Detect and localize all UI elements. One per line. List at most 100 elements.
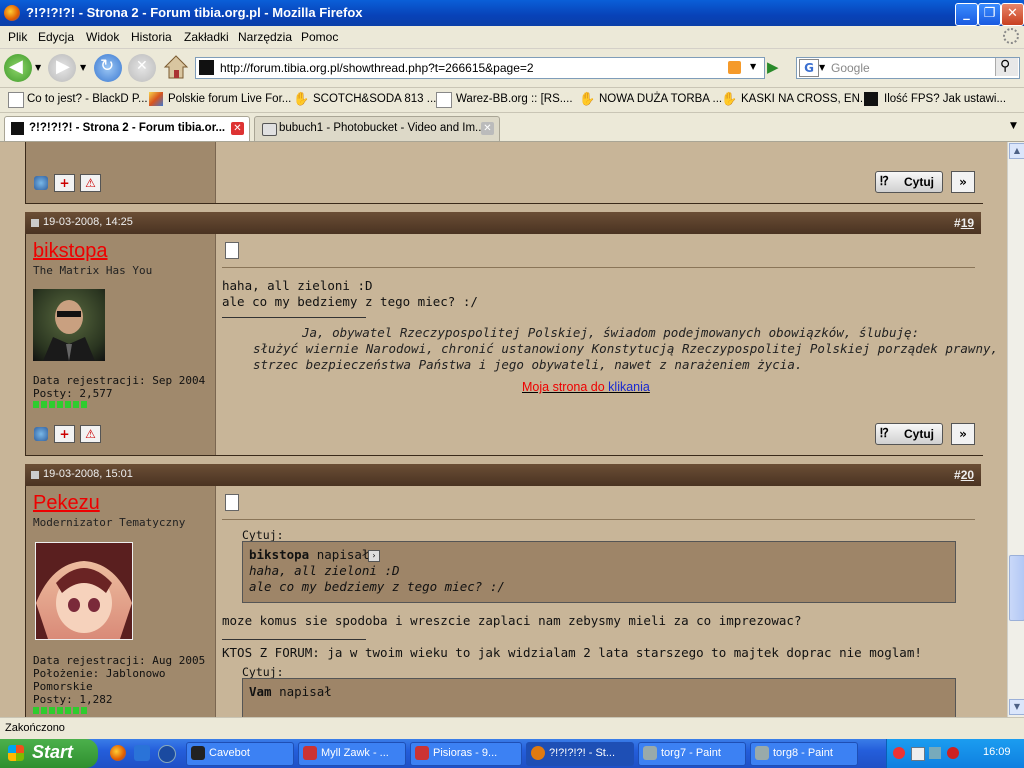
scroll-down-icon[interactable]: ▼ <box>1009 699 1024 715</box>
search-placeholder[interactable]: Google <box>831 61 870 75</box>
post-page-icon <box>225 494 239 511</box>
bookmark-item[interactable]: SCOTCH&SODA 813 ... <box>313 93 436 105</box>
scroll-up-icon[interactable]: ▲ <box>1009 143 1024 159</box>
taskbar-item-cavebot[interactable]: Cavebot <box>186 742 294 766</box>
bookmark-favicon-icon <box>864 92 878 106</box>
tab-label[interactable]: bubuch1 - Photobucket - Video and Im... <box>279 122 485 134</box>
bookmark-item[interactable]: KASKI NA CROSS, EN... <box>741 93 869 105</box>
menu-plik[interactable]: Plik <box>8 30 27 44</box>
hand-icon: ✋ <box>293 92 310 107</box>
profile-icon[interactable] <box>34 176 48 190</box>
divider <box>222 267 975 268</box>
signature-link[interactable]: Moja strona do klikania <box>522 380 650 394</box>
engine-dropdown-icon[interactable]: ▼ <box>819 63 825 72</box>
forward-arrow-icon[interactable]: ▶ <box>48 54 76 82</box>
system-tray: 16:09 <box>886 739 1024 768</box>
clock[interactable]: 16:09 <box>983 746 1011 758</box>
url-dropdown-icon[interactable]: ▼ <box>750 62 756 71</box>
bookmark-item[interactable]: NOWA DUŻA TORBA ... <box>599 93 722 105</box>
quote-author: bikstopa <box>249 547 310 562</box>
media-player-icon[interactable] <box>158 745 176 763</box>
tray-icon[interactable] <box>893 747 905 759</box>
tab-active[interactable]: ?!?!?!?! - Strona 2 - Forum tibia.or... … <box>4 116 250 141</box>
url-bar[interactable]: http://forum.tibia.org.pl/showthread.php… <box>195 57 765 79</box>
bookmark-item[interactable]: Ilość FPS? Jak ustawi... <box>884 93 1006 105</box>
menu-bar: Plik Edycja Widok Historia Zakładki Narz… <box>0 26 1024 49</box>
bookmark-item[interactable]: Co to jest? - BlackD P... <box>27 93 148 105</box>
post-number[interactable]: #20 <box>954 468 974 482</box>
scroll-thumb[interactable] <box>1009 555 1024 621</box>
taskbar-item[interactable]: Pisioras - 9... <box>410 742 522 766</box>
bookmarks-toolbar: Co to jest? - BlackD P... Polskie forum … <box>0 88 1024 113</box>
status-bar: Zakończono <box>0 717 1024 740</box>
tab-label[interactable]: ?!?!?!?! - Strona 2 - Forum tibia.or... <box>29 122 225 134</box>
quote-button[interactable]: ⁉ Cytuj <box>875 171 943 193</box>
camera-icon <box>262 123 277 136</box>
add-reputation-icon[interactable]: + <box>54 174 75 192</box>
quicklaunch-icon[interactable] <box>134 745 150 761</box>
back-arrow-icon[interactable]: ◀ <box>4 54 32 82</box>
view-post-icon[interactable]: › <box>368 550 380 562</box>
tab-close-icon[interactable]: ✕ <box>481 122 494 135</box>
username[interactable]: Pekezu <box>33 492 100 515</box>
stop-icon[interactable]: ✕ <box>128 54 156 82</box>
report-warning-icon[interactable]: ⚠ <box>80 425 101 443</box>
taskbar-item-paint[interactable]: torg8 - Paint <box>750 742 858 766</box>
taskbar-item-paint[interactable]: torg7 - Paint <box>638 742 746 766</box>
home-icon[interactable] <box>163 54 189 80</box>
username[interactable]: bikstopa <box>33 240 108 263</box>
report-warning-icon[interactable]: ⚠ <box>80 174 101 192</box>
multiquote-icon[interactable]: » <box>951 423 975 445</box>
profile-icon[interactable] <box>34 427 48 441</box>
previous-post-tail: + ⚠ ⁉ Cytuj » <box>25 142 983 204</box>
quote-button[interactable]: ⁉ Cytuj <box>875 423 943 445</box>
google-engine-icon[interactable]: G <box>799 59 819 77</box>
url-text[interactable]: http://forum.tibia.org.pl/showthread.php… <box>220 61 534 75</box>
post-number[interactable]: #19 <box>954 216 974 230</box>
tray-icon[interactable] <box>929 747 941 759</box>
close-button[interactable]: ✕ <box>1001 3 1024 26</box>
app-icon <box>191 746 205 760</box>
maximize-button[interactable]: ❐ <box>978 3 1001 26</box>
minimize-button[interactable]: _ <box>955 3 978 26</box>
menu-widok[interactable]: Widok <box>86 30 119 44</box>
add-reputation-icon[interactable]: + <box>54 425 75 443</box>
rss-feed-icon[interactable] <box>728 61 741 74</box>
menu-pomoc[interactable]: Pomoc <box>301 30 338 44</box>
search-magnifier-icon[interactable]: ⚲ <box>995 58 1018 76</box>
tab-inactive[interactable]: bubuch1 - Photobucket - Video and Im... … <box>254 116 500 141</box>
back-dropdown-icon[interactable]: ▼ <box>35 63 41 72</box>
forward-dropdown-icon[interactable]: ▼ <box>80 63 86 72</box>
start-button[interactable]: Start <box>0 739 98 768</box>
bookmark-item[interactable]: Warez-BB.org :: [RS.... <box>456 93 573 105</box>
vertical-scrollbar[interactable]: ▲ ▼ <box>1007 142 1024 717</box>
menu-zakladki[interactable]: Zakładki <box>184 30 229 44</box>
taskbar-item[interactable]: Myll Zawk - ... <box>298 742 406 766</box>
bookmark-item[interactable]: Polskie forum Live For... <box>168 93 291 105</box>
avatar[interactable] <box>35 542 133 640</box>
taskbar-item-firefox[interactable]: ?!?!?!?! - St... <box>526 742 634 766</box>
post-date: 19-03-2008, 15:01 <box>43 468 133 480</box>
hand-icon: ✋ <box>579 92 596 107</box>
tab-list-dropdown-icon[interactable]: ▼ <box>1010 121 1017 131</box>
search-bar[interactable]: G ▼ Google ⚲ <box>796 57 1020 79</box>
site-favicon-icon <box>199 60 214 75</box>
post-19: bikstopa The Matrix Has You Data rejestr… <box>25 234 998 456</box>
network-icon[interactable] <box>911 747 925 761</box>
security-shield-icon[interactable] <box>947 747 959 759</box>
multiquote-icon[interactable]: » <box>951 171 975 193</box>
status-text: Zakończono <box>5 722 65 734</box>
post-date: 19-03-2008, 14:25 <box>43 216 133 228</box>
throbber-icon <box>1003 28 1019 44</box>
tab-close-icon[interactable]: ✕ <box>231 122 244 135</box>
menu-narzedzia[interactable]: Narzędzia <box>238 30 292 44</box>
avatar[interactable] <box>33 289 105 361</box>
reload-icon[interactable]: ↻ <box>94 54 122 82</box>
firefox-quicklaunch-icon[interactable] <box>110 745 126 761</box>
go-arrow-icon[interactable]: ▶ <box>767 58 787 78</box>
hand-icon: ✋ <box>721 92 738 107</box>
menu-historia[interactable]: Historia <box>131 30 172 44</box>
menu-edycja[interactable]: Edycja <box>38 30 74 44</box>
user-title: The Matrix Has You <box>33 264 153 277</box>
quote-label: Cytuj: <box>242 665 284 679</box>
